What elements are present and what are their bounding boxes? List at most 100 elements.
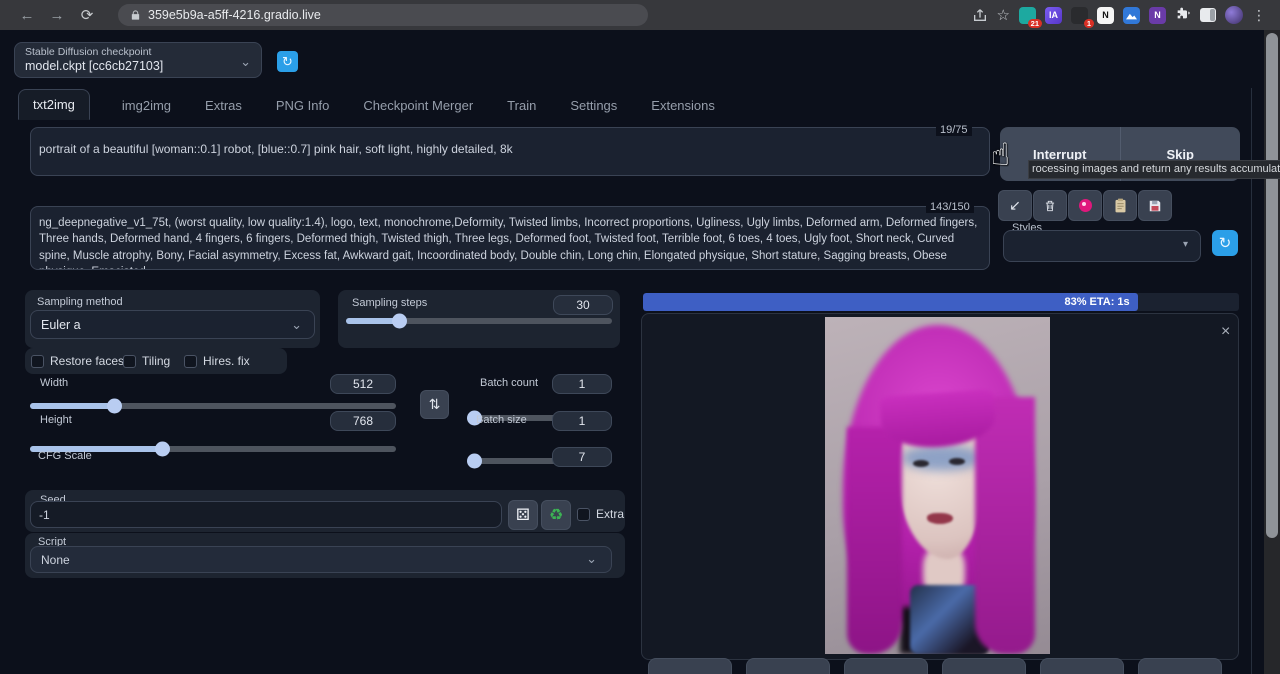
extension-photos-icon[interactable] (1123, 7, 1140, 24)
app-window: ← → ⟳ 359e5b9a-a5ff-4216.gradio.live ☆ 2… (0, 0, 1280, 674)
portrait-hair-left (847, 427, 902, 654)
save-style-button[interactable] (1138, 190, 1172, 221)
refresh-checkpoints-button[interactable]: ↻ (277, 51, 298, 72)
close-preview-icon[interactable]: × (1221, 323, 1230, 341)
chevron-down-icon: ⌄ (240, 54, 251, 70)
restore-faces-option[interactable]: Restore faces (31, 354, 124, 368)
hires-fix-label: Hires. fix (203, 354, 250, 368)
prompt-text: portrait of a beautiful [woman::0.1] rob… (39, 140, 979, 158)
zip-button[interactable] (844, 658, 928, 674)
width-value[interactable]: 512 (330, 374, 396, 394)
extension-notion-icon[interactable]: N (1097, 7, 1114, 24)
sampling-method-value: Euler a (41, 318, 81, 332)
clipboard-icon (1114, 198, 1127, 213)
height-value[interactable]: 768 (330, 411, 396, 431)
cfg-scale-value[interactable]: 7 (552, 447, 612, 467)
main-tabs: txt2img img2img Extras PNG Info Checkpoi… (18, 89, 717, 120)
sampling-steps-slider[interactable] (346, 318, 612, 324)
restore-faces-checkbox[interactable] (31, 355, 44, 368)
send-to-img2img-button[interactable] (942, 658, 1026, 674)
sampling-method-label: Sampling method (37, 296, 123, 308)
slider-thumb[interactable] (392, 314, 407, 329)
script-dropdown[interactable]: None ⌄ (30, 546, 612, 573)
tab-checkpoint-merger[interactable]: Checkpoint Merger (361, 91, 475, 120)
seed-value: -1 (39, 508, 50, 522)
share-icon[interactable] (972, 7, 988, 23)
portrait-eye-left (913, 460, 929, 467)
random-seed-button[interactable]: ⚄ (508, 500, 538, 530)
extension-ia-label: IA (1049, 10, 1058, 20)
progress-label: 83% ETA: 1s (1064, 296, 1137, 308)
prompt-textarea[interactable]: portrait of a beautiful [woman::0.1] rob… (30, 127, 990, 176)
progress-bar: 83% ETA: 1s (643, 293, 1239, 311)
swap-dimensions-button[interactable]: ⇅ (420, 390, 449, 419)
tab-extras[interactable]: Extras (203, 91, 244, 120)
tab-img2img[interactable]: img2img (120, 91, 173, 120)
style-palette-button[interactable] (1068, 190, 1102, 221)
lock-icon (130, 9, 141, 21)
hires-fix-checkbox[interactable] (184, 355, 197, 368)
width-slider[interactable] (30, 403, 396, 409)
send-to-extras-button[interactable] (1138, 658, 1222, 674)
tab-png-info[interactable]: PNG Info (274, 91, 331, 120)
script-value: None (41, 553, 70, 567)
profile-avatar[interactable] (1225, 6, 1243, 24)
sampling-steps-label: Sampling steps (352, 297, 427, 309)
save-grid-button[interactable] (746, 658, 830, 674)
back-icon[interactable]: ← (12, 7, 42, 24)
address-bar[interactable]: 359e5b9a-a5ff-4216.gradio.live (118, 4, 648, 26)
batch-count-value[interactable]: 1 (552, 374, 612, 394)
sidebar-panel-icon[interactable] (1200, 8, 1216, 22)
extension-badge: 21 (1028, 19, 1042, 28)
tab-settings[interactable]: Settings (568, 91, 619, 120)
portrait-eye-right (949, 458, 965, 465)
paste-params-button[interactable]: ↙ (998, 190, 1032, 221)
refresh-styles-button[interactable]: ↻ (1212, 230, 1238, 256)
bookmark-star-icon[interactable]: ☆ (997, 6, 1010, 24)
extension-onenote-icon[interactable]: N (1149, 7, 1166, 24)
save-button[interactable] (648, 658, 732, 674)
tiling-checkbox[interactable] (123, 355, 136, 368)
slider-thumb[interactable] (107, 399, 122, 414)
sampling-steps-value[interactable]: 30 (553, 295, 613, 315)
seed-extra-label: Extra (596, 507, 624, 521)
slider-thumb[interactable] (155, 442, 170, 457)
reuse-seed-button[interactable]: ♻ (541, 500, 571, 530)
hires-fix-option[interactable]: Hires. fix (184, 354, 250, 368)
slider-thumb[interactable] (467, 454, 482, 469)
tiling-option[interactable]: Tiling (123, 354, 170, 368)
seed-extra-option[interactable]: Extra (577, 507, 624, 521)
negative-prompt-textarea[interactable]: ng_deepnegative_v1_75t, (worst quality, … (30, 206, 990, 270)
checkpoint-dropdown[interactable]: Stable Diffusion checkpoint model.ckpt [… (14, 42, 262, 78)
generated-image[interactable] (825, 317, 1050, 654)
reload-icon[interactable]: ⟳ (72, 6, 102, 24)
extension-ia-icon[interactable]: IA (1045, 7, 1062, 24)
scrollbar-thumb[interactable] (1266, 33, 1278, 538)
negative-token-counter: 143/150 (926, 201, 974, 213)
batch-size-label: Batch size (476, 414, 527, 426)
chevron-down-icon: ⌄ (586, 551, 597, 567)
seed-extra-checkbox[interactable] (577, 508, 590, 521)
styles-dropdown[interactable]: ▾ (1003, 230, 1201, 262)
tiling-label: Tiling (142, 354, 170, 368)
cfg-scale-label: CFG Scale (38, 450, 92, 462)
tab-txt2img[interactable]: txt2img (18, 89, 90, 120)
forward-icon[interactable]: → (42, 7, 72, 24)
extension-pin-icon[interactable]: 21 (1019, 7, 1036, 24)
tab-extensions[interactable]: Extensions (649, 91, 717, 120)
checkpoint-value: model.ckpt [cc6cb27103] (25, 59, 251, 73)
width-label: Width (40, 377, 68, 389)
extension-screenshot-icon[interactable]: 1 (1071, 7, 1088, 24)
sampling-method-dropdown[interactable]: Euler a ⌄ (30, 310, 315, 339)
seed-input[interactable]: -1 (30, 501, 502, 528)
clear-prompt-button[interactable] (1033, 190, 1067, 221)
apply-styles-button[interactable] (1103, 190, 1137, 221)
extension-onenote-label: N (1154, 10, 1161, 20)
batch-size-value[interactable]: 1 (552, 411, 612, 431)
extensions-puzzle-icon[interactable] (1175, 7, 1191, 23)
batch-count-label: Batch count (480, 377, 538, 389)
send-to-inpaint-button[interactable] (1040, 658, 1124, 674)
browser-menu-icon[interactable]: ⋮ (1252, 7, 1266, 24)
negative-prompt-text: ng_deepnegative_v1_75t, (worst quality, … (39, 215, 979, 270)
tab-train[interactable]: Train (505, 91, 538, 120)
